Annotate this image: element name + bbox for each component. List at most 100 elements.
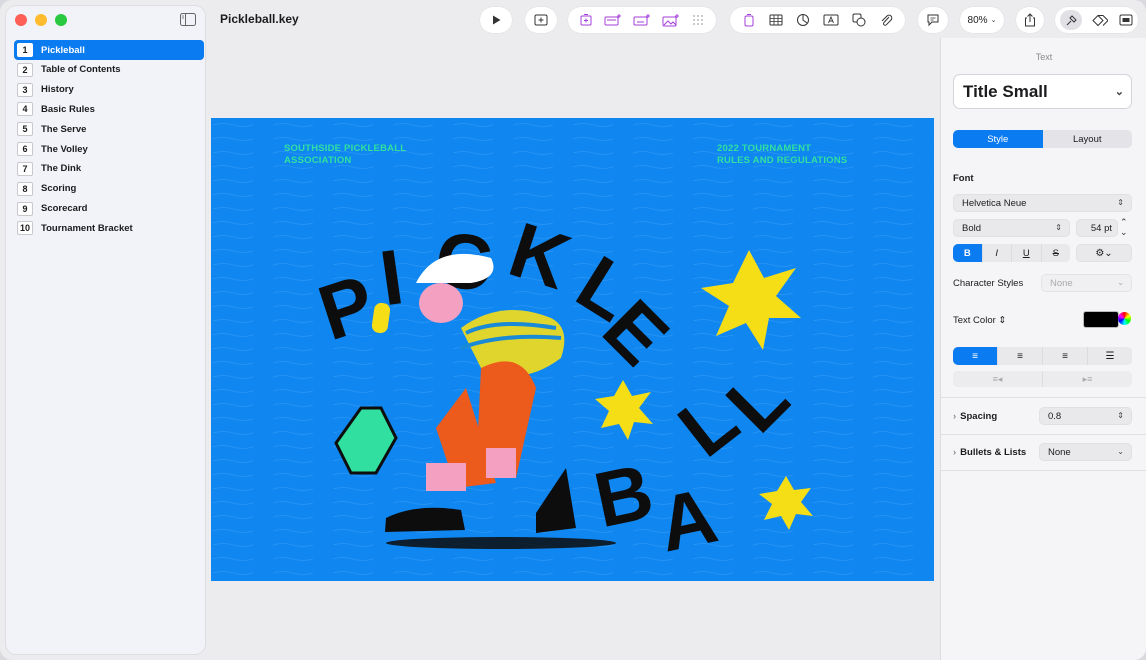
media-icon[interactable]	[879, 13, 893, 27]
spacing-value: 0.8	[1048, 410, 1062, 422]
grid-icon[interactable]	[691, 13, 705, 27]
slide-list: 1 Pickleball 2 Table of Contents 3 History 4 Ba…	[14, 40, 204, 238]
character-styles-select[interactable]: None ⌄	[1041, 274, 1132, 292]
slide-header-right[interactable]: 2022 TOURNAMENT RULES AND REGULATIONS	[717, 143, 847, 167]
slide-header-left[interactable]: SOUTHSIDE PICKLEBALL ASSOCIATION	[284, 143, 406, 167]
shape-icon[interactable]	[633, 13, 651, 27]
shapes-icon[interactable]	[852, 13, 866, 27]
slide-thumbnail-item[interactable]: 8 Scoring	[14, 179, 204, 199]
text-icon[interactable]	[742, 13, 756, 27]
divider	[941, 397, 1146, 398]
play-button[interactable]	[480, 7, 512, 33]
justify-button[interactable]: ☰	[1088, 347, 1132, 365]
slide-title: Scorecard	[41, 203, 88, 214]
document-title: Pickleball.key	[220, 12, 299, 26]
keynote-window: 1 Pickleball 2 Table of Contents 3 History 4 Ba…	[0, 0, 1146, 660]
image-icon[interactable]	[662, 13, 680, 27]
text-color-label[interactable]: Text Color ⇕	[953, 315, 1006, 326]
indent-icon: ▸≡	[1082, 373, 1093, 384]
comment-icon	[927, 14, 939, 27]
slide-thumbnail-item[interactable]: 10 Tournament Bracket	[14, 218, 204, 238]
comment-button[interactable]	[918, 7, 948, 33]
up-down-chevron-icon: ⇕	[1117, 198, 1124, 207]
alignment-buttons: ≡ ≡ ≡ ☰	[953, 347, 1132, 365]
spacing-label: Spacing	[960, 411, 998, 422]
font-family-value: Helvetica Neue	[962, 197, 1027, 209]
slide-thumbnail-item[interactable]: 1 Pickleball	[14, 40, 204, 60]
font-size-value: 54 pt	[1090, 222, 1112, 234]
tab-layout[interactable]: Layout	[1043, 130, 1133, 148]
bullets-disclosure[interactable]: › Bullets & Lists	[953, 447, 1026, 458]
chevron-down-icon: ⌄	[1117, 447, 1124, 456]
zoom-button[interactable]	[55, 14, 67, 26]
up-down-chevron-icon: ⇕	[1055, 223, 1062, 232]
align-left-icon: ≡	[972, 350, 978, 362]
text-field-icon[interactable]	[823, 13, 839, 27]
slide-canvas[interactable]: P I C K L E B A L L	[211, 118, 934, 581]
slide-title: Tournament Bracket	[41, 222, 133, 234]
decrease-indent-button[interactable]: ≡◂	[953, 371, 1042, 387]
color-wheel-icon[interactable]	[1118, 312, 1131, 325]
divider	[941, 434, 1146, 435]
slide-number: 1	[17, 43, 33, 57]
font-size-field[interactable]: 54 pt	[1076, 219, 1118, 237]
paragraph-style-menu[interactable]: Title Small ⌄	[953, 74, 1132, 109]
spacing-select[interactable]: 0.8 ⇕	[1039, 407, 1132, 425]
up-down-chevron-icon: ⇕	[1117, 411, 1124, 420]
bullets-label: Bullets & Lists	[960, 447, 1027, 458]
font-weight-select[interactable]: Bold ⇕	[953, 219, 1070, 237]
add-slide-button[interactable]	[525, 7, 557, 33]
slide-thumbnail-item[interactable]: 2 Table of Contents	[14, 60, 204, 80]
document-icon[interactable]	[1119, 14, 1133, 26]
spacing-disclosure[interactable]: › Spacing	[953, 411, 997, 422]
sidebar-toggle-icon[interactable]	[180, 13, 196, 26]
bullets-select[interactable]: None ⌄	[1039, 443, 1132, 461]
table-icon[interactable]	[769, 13, 783, 27]
strikethrough-button[interactable]: S	[1041, 244, 1070, 262]
zoom-menu[interactable]: 80% ⌄	[960, 7, 1004, 33]
bold-button[interactable]: B	[953, 244, 982, 262]
animate-icon[interactable]	[1092, 14, 1109, 27]
slide-number: 10	[17, 221, 33, 236]
slide-title: The Serve	[41, 123, 87, 135]
format-icon	[1066, 14, 1077, 25]
slide-thumbnail-item[interactable]: 4 Basic Rules	[14, 99, 204, 119]
slide-thumbnail-item[interactable]: 3 History	[14, 80, 204, 100]
font-family-select[interactable]: Helvetica Neue ⇕	[953, 194, 1132, 212]
object-group	[730, 7, 905, 33]
close-button[interactable]	[15, 14, 27, 26]
slide-number: 5	[17, 122, 33, 137]
text-format-buttons: B I U S	[953, 244, 1070, 262]
slide-title: The Dink	[41, 163, 82, 175]
text-color-well[interactable]	[1083, 311, 1119, 328]
window-controls	[15, 14, 67, 26]
text-box-icon[interactable]	[604, 13, 622, 27]
slide-title: Scoring	[41, 183, 77, 195]
share-button[interactable]	[1016, 7, 1044, 33]
slide-number: 8	[17, 181, 33, 196]
slide-thumbnail-item[interactable]: 9 Scorecard	[14, 199, 204, 219]
slide-thumbnail-item[interactable]: 6 The Volley	[14, 139, 204, 159]
slide-number: 2	[17, 62, 33, 77]
slide-thumbnail-item[interactable]: 5 The Serve	[14, 119, 204, 139]
chevron-right-icon: ›	[953, 411, 957, 422]
format-tab[interactable]	[1060, 10, 1083, 30]
align-left-button[interactable]: ≡	[953, 347, 997, 365]
tab-style[interactable]: Style	[953, 130, 1043, 148]
align-right-button[interactable]: ≡	[1043, 347, 1087, 365]
slide-layout-icon[interactable]	[579, 13, 593, 27]
align-right-icon: ≡	[1062, 350, 1068, 362]
minimize-button[interactable]	[35, 14, 47, 26]
text-options-menu[interactable]: ⚙⌄	[1076, 244, 1132, 262]
chevron-down-icon: ⌄	[1114, 86, 1124, 98]
font-size-stepper-icon[interactable]: ⌃ ⌄	[1120, 217, 1128, 237]
underline-button[interactable]: U	[1012, 244, 1041, 262]
align-center-button[interactable]: ≡	[998, 347, 1042, 365]
divider	[941, 470, 1146, 471]
slide-thumbnail-item[interactable]: 7 The Dink	[14, 159, 204, 179]
share-icon	[1025, 13, 1035, 27]
italic-button[interactable]: I	[982, 244, 1011, 262]
chart-icon[interactable]	[796, 13, 810, 27]
increase-indent-button[interactable]: ▸≡	[1043, 371, 1132, 387]
style-layout-tabs: Style Layout	[953, 130, 1132, 148]
